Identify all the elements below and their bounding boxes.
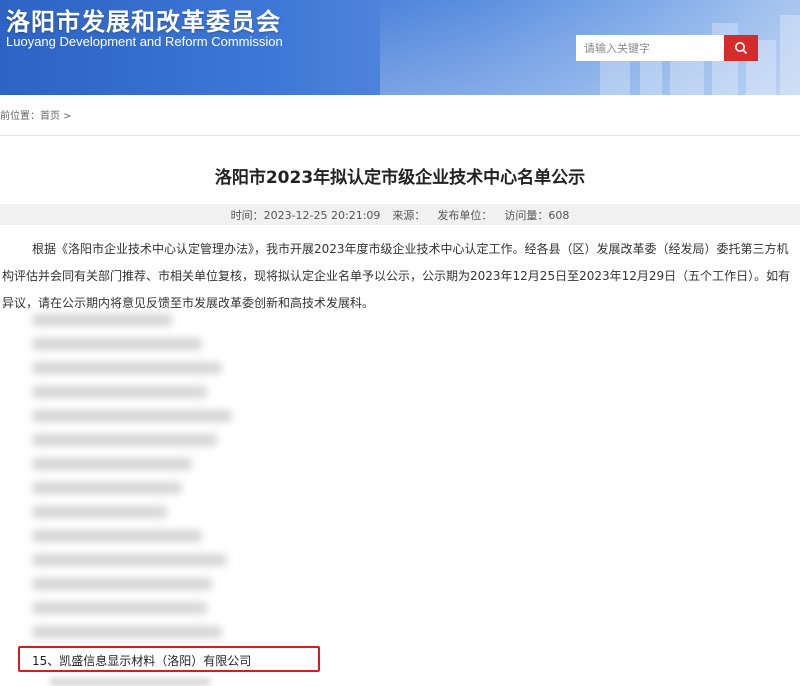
site-subtitle: Luoyang Development and Reform Commissio… <box>6 34 283 49</box>
skyline-building <box>780 15 800 95</box>
redacted-list-item <box>32 458 192 470</box>
redacted-list-item <box>32 578 212 590</box>
meta-views: 访问量：608 <box>504 207 569 223</box>
article-body: 根据《洛阳市企业技术中心认定管理办法》，我市开展2023年度市级企业技术中心认定… <box>2 242 791 310</box>
breadcrumb-prefix: 前位置： <box>0 111 40 122</box>
redacted-list-item <box>32 386 207 398</box>
breadcrumb-separator: > <box>60 111 72 122</box>
breadcrumb-home-link[interactable]: 首页 <box>40 111 60 122</box>
redacted-list-item <box>32 314 172 326</box>
search-icon <box>735 42 748 55</box>
meta-publisher-label: 发布单位： <box>437 208 493 222</box>
redacted-list-item <box>32 434 217 446</box>
site-header: 洛阳市发展和改革委员会 Luoyang Development and Refo… <box>0 0 800 95</box>
skyline-building <box>600 55 630 95</box>
redacted-list-item <box>50 678 210 686</box>
redacted-list-item <box>32 482 182 494</box>
redacted-list-item <box>32 530 202 542</box>
redacted-list-item <box>32 554 227 566</box>
meta-source-label: 来源： <box>392 208 426 222</box>
redacted-list-item <box>32 338 202 350</box>
meta-time: 时间：2023-12-25 20:21:09 <box>231 207 381 223</box>
page-title: 洛阳市2023年拟认定市级企业技术中心名单公示 <box>214 168 586 188</box>
redacted-list-item <box>32 602 207 614</box>
highlighted-list-item: 15、凯盛信息显示材料（洛阳）有限公司 <box>32 654 252 668</box>
search-input[interactable] <box>576 35 724 61</box>
meta-time-label: 时间： <box>230 208 264 222</box>
redacted-list-item <box>32 626 222 638</box>
breadcrumb: 前位置：首页 > <box>0 107 72 122</box>
redacted-list-item <box>32 410 232 422</box>
divider <box>0 135 800 136</box>
redacted-list-item <box>32 506 167 518</box>
meta-time-value: 2023-12-25 20:21:09 <box>263 208 381 222</box>
meta-views-label: 访问量： <box>504 208 549 222</box>
search-button[interactable] <box>724 35 758 61</box>
meta-views-value: 608 <box>548 208 570 222</box>
redacted-list-item <box>32 362 222 374</box>
site-title: 洛阳市发展和改革委员会 <box>6 8 281 36</box>
article-meta: 时间：2023-12-25 20:21:09 来源： 发布单位： 访问量：608 <box>0 204 800 225</box>
